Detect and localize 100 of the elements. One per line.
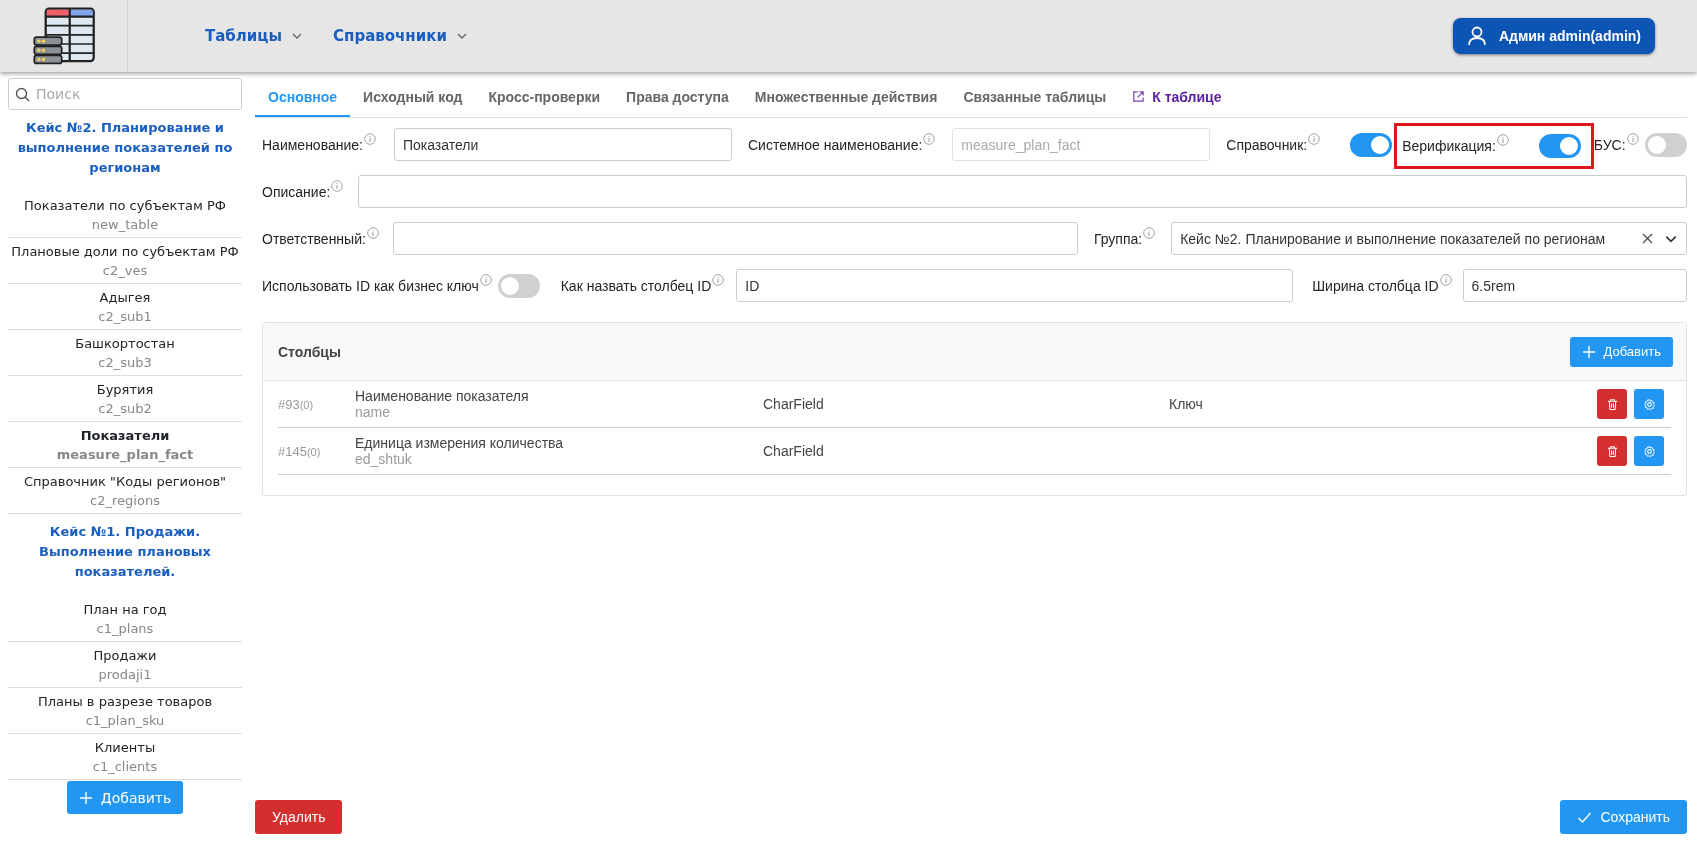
item-code: prodaji1 — [97, 666, 153, 684]
info-icon — [712, 273, 725, 286]
sidebar-item[interactable]: Показатели measure_plan_fact — [8, 422, 242, 468]
item-name: Показатели по субъектам РФ — [23, 197, 227, 215]
input-field[interactable]: 6.5rem — [1462, 269, 1687, 302]
sidebar-item[interactable]: Продажи prodaji1 — [8, 642, 242, 688]
column-code: ed_shtuk — [355, 451, 413, 467]
item-name: Показатели — [79, 427, 171, 445]
sidebar-item[interactable]: Планы в разрезе товаров c1_plan_sku — [8, 688, 242, 734]
input-field[interactable]: Показатели — [393, 128, 732, 161]
settings-button[interactable] — [1634, 436, 1664, 466]
item-name: План на год — [82, 601, 168, 619]
input-field[interactable] — [358, 175, 1687, 208]
info-icon — [331, 179, 344, 192]
gear-icon — [1642, 444, 1656, 458]
field-label: Ответственный: — [262, 230, 366, 247]
select-value: Кейс №2. Планирование и выполнение показателей по регионам — [1180, 230, 1607, 247]
item-code: c1_plans — [95, 620, 155, 638]
toggle-switch[interactable] — [1644, 132, 1687, 157]
user-button[interactable]: Админ admin(admin) — [1452, 18, 1655, 54]
field-label: БУС: — [1593, 136, 1626, 153]
table-link[interactable]: К таблице — [1119, 78, 1235, 117]
item-code: c2_sub3 — [97, 354, 153, 372]
trash-icon — [1605, 397, 1619, 411]
checkmark-icon — [1577, 810, 1593, 824]
field-label: Описание: — [262, 183, 331, 200]
info-icon — [479, 273, 492, 286]
gear-icon — [1642, 397, 1656, 411]
column-count: (0) — [299, 398, 314, 411]
select-field[interactable]: Кейс №2. Планирование и выполнение показателей по регионам — [1171, 222, 1687, 255]
column-type: CharField — [763, 443, 825, 459]
sidebar-item[interactable]: Справочник "Коды регионов" c2_regions — [8, 468, 242, 514]
sidebar-item[interactable]: Адыгея c2_sub1 — [8, 284, 242, 330]
input-field[interactable] — [392, 222, 1078, 255]
field-label: Группа: — [1093, 230, 1143, 247]
info-icon — [923, 132, 936, 145]
info-icon — [1626, 132, 1639, 145]
toggle-switch[interactable] — [1538, 133, 1581, 158]
panel-title: Столбцы — [278, 343, 341, 360]
delete-button[interactable] — [1597, 436, 1627, 466]
item-code: c2_regions — [89, 492, 161, 510]
plus-icon — [78, 790, 93, 805]
sidebar-item[interactable]: Бурятия c2_sub2 — [8, 376, 242, 422]
column-code: name — [355, 404, 392, 420]
column-name: Наименование показателя — [355, 388, 530, 404]
tab[interactable]: Права доступа — [613, 78, 742, 117]
external-link-icon — [1132, 90, 1146, 103]
sidebar-item[interactable]: Показатели по субъектам РФ new_table — [8, 192, 242, 238]
nav-menu[interactable]: Таблицы — [205, 27, 303, 45]
field-label: Наименование: — [262, 136, 363, 153]
tab[interactable]: Исходный код — [350, 78, 476, 117]
toggle-switch[interactable] — [1350, 132, 1393, 157]
sidebar-item[interactable]: Клиенты c1_clients — [8, 734, 242, 780]
sidebar-item[interactable]: Плановые доли по субъектам РФ c2_ves — [8, 238, 242, 284]
item-code: c1_plan_sku — [84, 712, 166, 730]
item-name: Продажи — [92, 647, 158, 665]
info-icon — [1308, 132, 1321, 145]
item-code: measure_plan_fact — [55, 446, 195, 464]
group-heading: Кейс №2. Планирование и выполнение показателей по регионам — [16, 119, 234, 177]
column-count: (0) — [306, 445, 321, 458]
item-name: Плановые доли по субъектам РФ — [10, 243, 240, 261]
group-heading: Кейс №1. Продажи. Выполнение плановых показателей. — [38, 523, 212, 581]
tab[interactable]: Множественные действия — [741, 78, 951, 117]
info-icon — [1143, 226, 1156, 239]
sidebar-item[interactable]: План на год c1_plans — [8, 596, 242, 642]
sidebar-item[interactable]: Башкортостан c2_sub3 — [8, 330, 242, 376]
info-icon — [1496, 133, 1509, 146]
item-code: new_table — [90, 216, 160, 234]
trash-icon — [1605, 444, 1619, 458]
item-name: Планы в разрезе товаров — [36, 693, 214, 711]
item-name: Клиенты — [93, 739, 157, 757]
column-name: Единица измерения количества — [355, 435, 565, 451]
toggle-switch[interactable] — [497, 273, 540, 298]
field-label: Как назвать столбец ID — [560, 277, 712, 294]
nav-menu[interactable]: Справочники — [333, 27, 468, 45]
input-field[interactable]: ID — [736, 269, 1294, 302]
field-label: Справочник: — [1226, 136, 1308, 153]
field-label: Верификация: — [1402, 137, 1496, 154]
item-name: Справочник "Коды регионов" — [22, 473, 228, 491]
item-code: c2_sub1 — [97, 308, 153, 326]
search-icon — [15, 87, 30, 102]
info-icon — [1439, 273, 1452, 286]
item-name: Башкортостан — [74, 335, 176, 353]
column-key: Ключ — [1169, 396, 1203, 412]
user-icon — [1466, 26, 1487, 46]
delete-button[interactable] — [1597, 389, 1627, 419]
search-field[interactable]: Поиск — [8, 78, 242, 110]
settings-button[interactable] — [1634, 389, 1664, 419]
tab[interactable]: Связанные таблицы — [950, 78, 1120, 117]
clear-icon — [1641, 232, 1654, 245]
plus-icon — [1581, 344, 1596, 359]
item-name: Бурятия — [95, 381, 155, 399]
field-label: Ширина столбца ID — [1312, 277, 1439, 294]
delete-button[interactable]: Удалить — [255, 800, 343, 834]
info-icon — [366, 226, 379, 239]
item-code: c1_clients — [91, 758, 159, 776]
field-label: Системное наименование: — [747, 136, 923, 153]
column-id: #93 — [278, 396, 300, 412]
spreadsheet-server-icon — [31, 6, 96, 66]
tab[interactable]: Кросс-проверки — [475, 78, 614, 117]
